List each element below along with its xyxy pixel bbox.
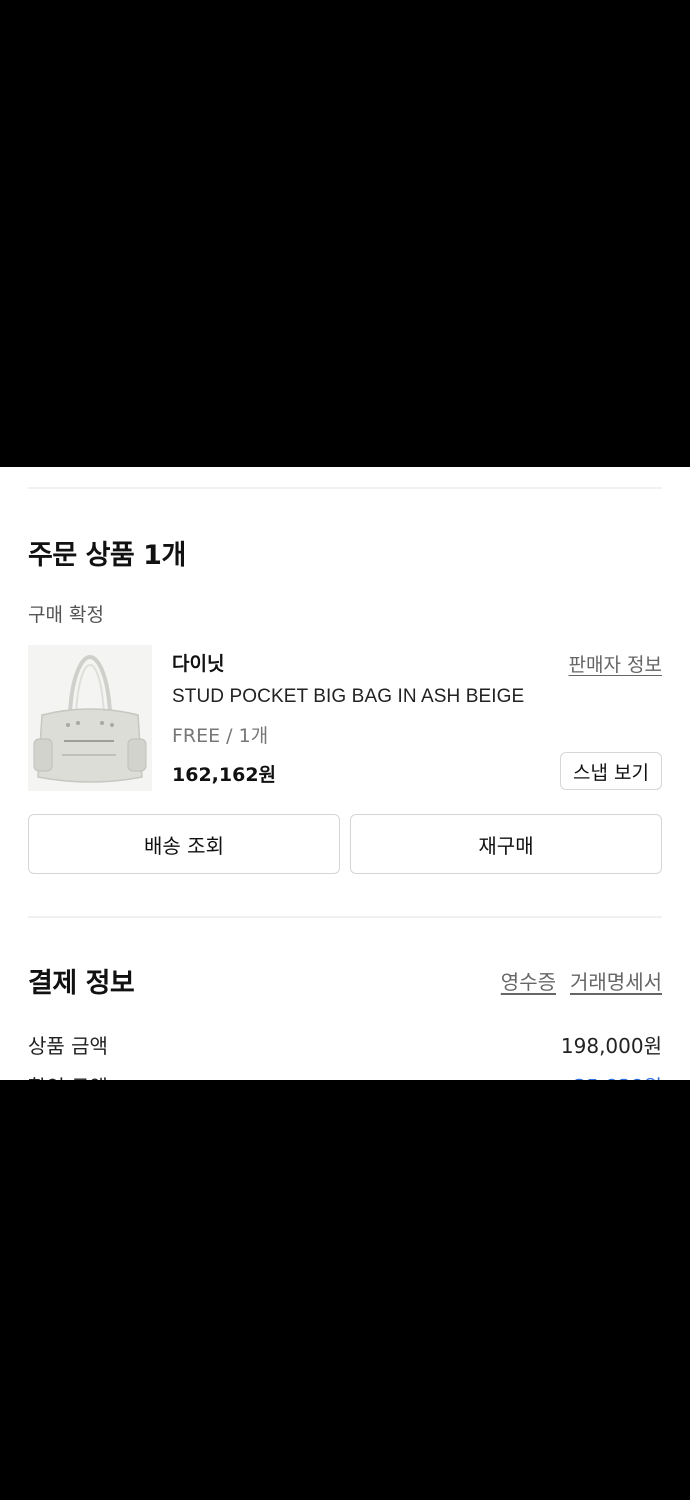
seller-info-link[interactable]: 판매자 정보 (569, 650, 662, 677)
order-detail-screen: 주문 상품 1개 구매 확정 다이닛 판매자 정보 STUD POCKET BI… (0, 467, 690, 1080)
snap-view-button[interactable]: 스냅 보기 (560, 752, 662, 790)
reorder-button[interactable]: 재구매 (350, 814, 662, 874)
product-price: 162,162원 (172, 764, 277, 786)
product-name[interactable]: STUD POCKET BIG BAG IN ASH BEIGE (172, 686, 524, 708)
product-amount-value: 198,000원 (560, 1034, 662, 1058)
discount-amount-label: 할인 금액 (28, 1071, 108, 1080)
receipt-link[interactable]: 영수증 (501, 966, 556, 995)
product-image[interactable] (28, 645, 152, 791)
order-section-title: 주문 상품 1개 (28, 540, 186, 571)
discount-amount-value: -35,838원 (566, 1071, 662, 1080)
divider (28, 487, 662, 489)
product-option: FREE / 1개 (172, 725, 269, 747)
payment-links: 영수증 거래명세서 (501, 966, 662, 995)
handbag-image-icon (28, 645, 152, 791)
order-status: 구매 확정 (28, 604, 104, 626)
divider (28, 916, 662, 918)
product-amount-label: 상품 금액 (28, 1034, 108, 1058)
transaction-statement-link[interactable]: 거래명세서 (570, 966, 662, 995)
brand-name[interactable]: 다이닛 (172, 649, 224, 676)
track-shipping-button[interactable]: 배송 조회 (28, 814, 340, 874)
payment-section-title: 결제 정보 (28, 968, 135, 999)
